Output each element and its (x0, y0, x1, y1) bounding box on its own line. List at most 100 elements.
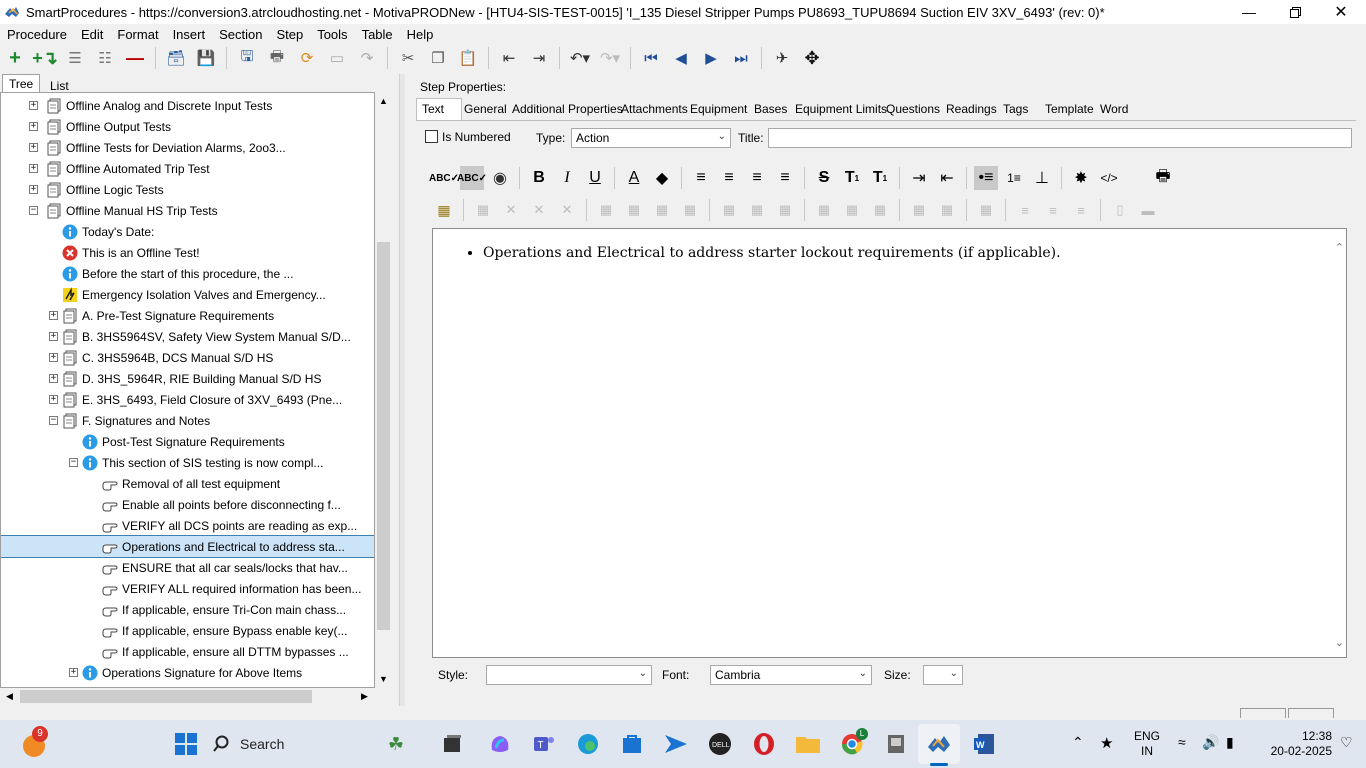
widget-app-icon[interactable]: ☘ (380, 728, 412, 760)
refresh-icon[interactable]: ⟳ (295, 46, 319, 70)
tree-row[interactable]: + Offline Tests for Deviation Alarms, 2oo… (1, 137, 374, 158)
vertical-scroll-thumb[interactable] (377, 242, 390, 630)
scroll-down-icon[interactable]: ▼ (379, 674, 388, 684)
tree-row[interactable]: Emergency Isolation Valves and Emergency… (1, 284, 374, 305)
menu-edit[interactable]: Edit (74, 27, 110, 42)
expand-icon[interactable]: + (49, 353, 58, 362)
tree-row[interactable]: + Offline Analog and Discrete Input Tests (1, 95, 374, 116)
tree-row[interactable]: + Offline Logic Tests (1, 179, 374, 200)
tree-row[interactable]: − Offline Manual HS Trip Tests (1, 200, 374, 221)
scroll-up-icon[interactable]: ▲ (379, 96, 388, 106)
horizontal-scroll-thumb[interactable] (20, 690, 312, 703)
bold-icon[interactable]: B (527, 166, 551, 190)
highlight-icon[interactable]: ◆ (650, 166, 674, 190)
tree-row[interactable]: Enable all points before disconnecting f… (1, 494, 374, 515)
code-icon[interactable]: </> (1097, 166, 1121, 190)
delete-icon[interactable]: — (123, 46, 147, 70)
outdent-icon[interactable]: ⇤ (497, 46, 521, 70)
expand-icon[interactable]: + (69, 668, 78, 677)
tree-row[interactable]: VERIFY all DCS points are reading as exp… (1, 515, 374, 536)
wand-icon[interactable]: ✸ (1069, 166, 1093, 190)
add-child-icon[interactable]: +↴ (32, 46, 58, 70)
battery-icon[interactable]: ▮ (1226, 734, 1234, 751)
tree-row[interactable]: + Offline Output Tests (1, 116, 374, 137)
show-hidden-icons-icon[interactable]: ⌃ (1072, 734, 1084, 751)
tab-word[interactable]: Word (1100, 100, 1128, 120)
tab-equipment[interactable]: Equipment (690, 100, 747, 120)
copilot-icon[interactable] (484, 728, 516, 760)
add-icon[interactable]: + (3, 46, 27, 70)
indent-icon[interactable]: ⇥ (527, 46, 551, 70)
indent-list-icon[interactable]: ☰ (63, 46, 87, 70)
minimize-button[interactable]: — (1226, 0, 1272, 24)
outdent-list-icon[interactable]: ☷ (93, 46, 117, 70)
taskbar-search[interactable]: Search (212, 728, 372, 760)
font-select[interactable]: Cambria ⌄ (710, 665, 872, 685)
rich-text-editor[interactable]: Operations and Electrical to address sta… (432, 228, 1347, 658)
tab-text[interactable]: Text (422, 100, 444, 120)
tree-row-selected[interactable]: Operations and Electrical to address sta… (1, 535, 374, 558)
tab-bases[interactable]: Bases (754, 100, 787, 120)
menu-insert[interactable]: Insert (166, 27, 213, 42)
align-center-icon[interactable]: ≡ (717, 166, 741, 190)
editor-scroll-down-icon[interactable]: ⌄ (1335, 636, 1344, 649)
tree-row[interactable]: If applicable, ensure all DTTM bypasses … (1, 641, 374, 662)
type-select[interactable]: Action ⌄ (571, 128, 731, 148)
arrow-app-icon[interactable] (660, 728, 692, 760)
web-icon[interactable]: ◉ (488, 166, 512, 190)
smartprocedures-icon[interactable] (923, 728, 955, 760)
undo-icon[interactable]: ↶▾ (568, 46, 592, 70)
tree-row[interactable]: VERIFY ALL required information has been… (1, 578, 374, 599)
notification-bell-icon[interactable]: ♡ (1340, 734, 1353, 751)
tab-equipment-limits[interactable]: Equipment Limits (795, 100, 887, 120)
open-icon[interactable]: 🗃 (164, 46, 188, 70)
menu-procedure[interactable]: Procedure (0, 27, 74, 42)
expand-icon[interactable]: + (49, 395, 58, 404)
tree-row[interactable]: + A. Pre-Test Signature Requirements (1, 305, 374, 326)
tab-tags[interactable]: Tags (1003, 100, 1028, 120)
size-select[interactable]: ⌄ (923, 665, 963, 685)
tree-row[interactable]: − F. Signatures and Notes (1, 410, 374, 431)
bullet-item[interactable]: Operations and Electrical to address sta… (483, 245, 1061, 261)
increase-indent-icon[interactable]: ⇥ (907, 166, 931, 190)
last-icon[interactable]: ⏭ (729, 46, 753, 70)
maximize-button[interactable] (1272, 0, 1318, 24)
spell-check-icon[interactable]: ABC✓ (429, 166, 459, 190)
bullet-list-icon[interactable]: •≡ (974, 166, 998, 190)
move-icon[interactable]: ✥ (800, 46, 824, 70)
decrease-indent-icon[interactable]: ⇤ (935, 166, 959, 190)
tab-attachments[interactable]: Attachments (621, 100, 688, 120)
is-numbered-checkbox[interactable] (425, 130, 438, 143)
next-icon[interactable]: ▶ (699, 46, 723, 70)
close-button[interactable]: ✕ (1318, 0, 1364, 24)
menu-section[interactable]: Section (212, 27, 269, 42)
scroll-right-icon[interactable]: ▶ (361, 691, 368, 702)
language-indicator[interactable]: ENG IN (1134, 729, 1160, 759)
previous-icon[interactable]: ◀ (669, 46, 693, 70)
remote-app-icon[interactable] (880, 728, 912, 760)
volume-icon[interactable]: 🔊 (1202, 734, 1219, 751)
network-status-icon[interactable]: ★ (1100, 734, 1113, 752)
print-editor-icon[interactable]: 🖶 (1151, 166, 1175, 190)
tab-template[interactable]: Template (1045, 100, 1094, 120)
tree-row[interactable]: + Offline Automated Trip Test (1, 158, 374, 179)
tab-general[interactable]: General (464, 100, 507, 120)
insert-table-icon[interactable]: ▦ (432, 198, 456, 222)
insert-line-icon[interactable]: ⊥ (1030, 166, 1054, 190)
tab-questions[interactable]: Questions (886, 100, 940, 120)
strikethrough-icon[interactable]: S (812, 166, 836, 190)
superscript-icon[interactable]: T1 (840, 166, 864, 190)
print-icon[interactable]: 🖶 (265, 46, 289, 70)
tree-row[interactable]: If applicable, ensure Bypass enable key(… (1, 620, 374, 641)
word-icon[interactable]: W (968, 728, 1000, 760)
panel-splitter[interactable] (399, 74, 405, 706)
font-color-icon[interactable]: A (622, 166, 646, 190)
copy-icon[interactable]: ❐ (426, 46, 450, 70)
tab-readings[interactable]: Readings (946, 100, 997, 120)
justify-icon[interactable]: ≡ (773, 166, 797, 190)
underline-icon[interactable]: U (583, 166, 607, 190)
tree-row[interactable]: + B. 3HS5964SV, Safety View System Manual… (1, 326, 374, 347)
style-select[interactable]: ⌄ (486, 665, 652, 685)
tree-row[interactable]: ENSURE that all car seals/locks that hav… (1, 557, 374, 578)
align-right-icon[interactable]: ≡ (745, 166, 769, 190)
